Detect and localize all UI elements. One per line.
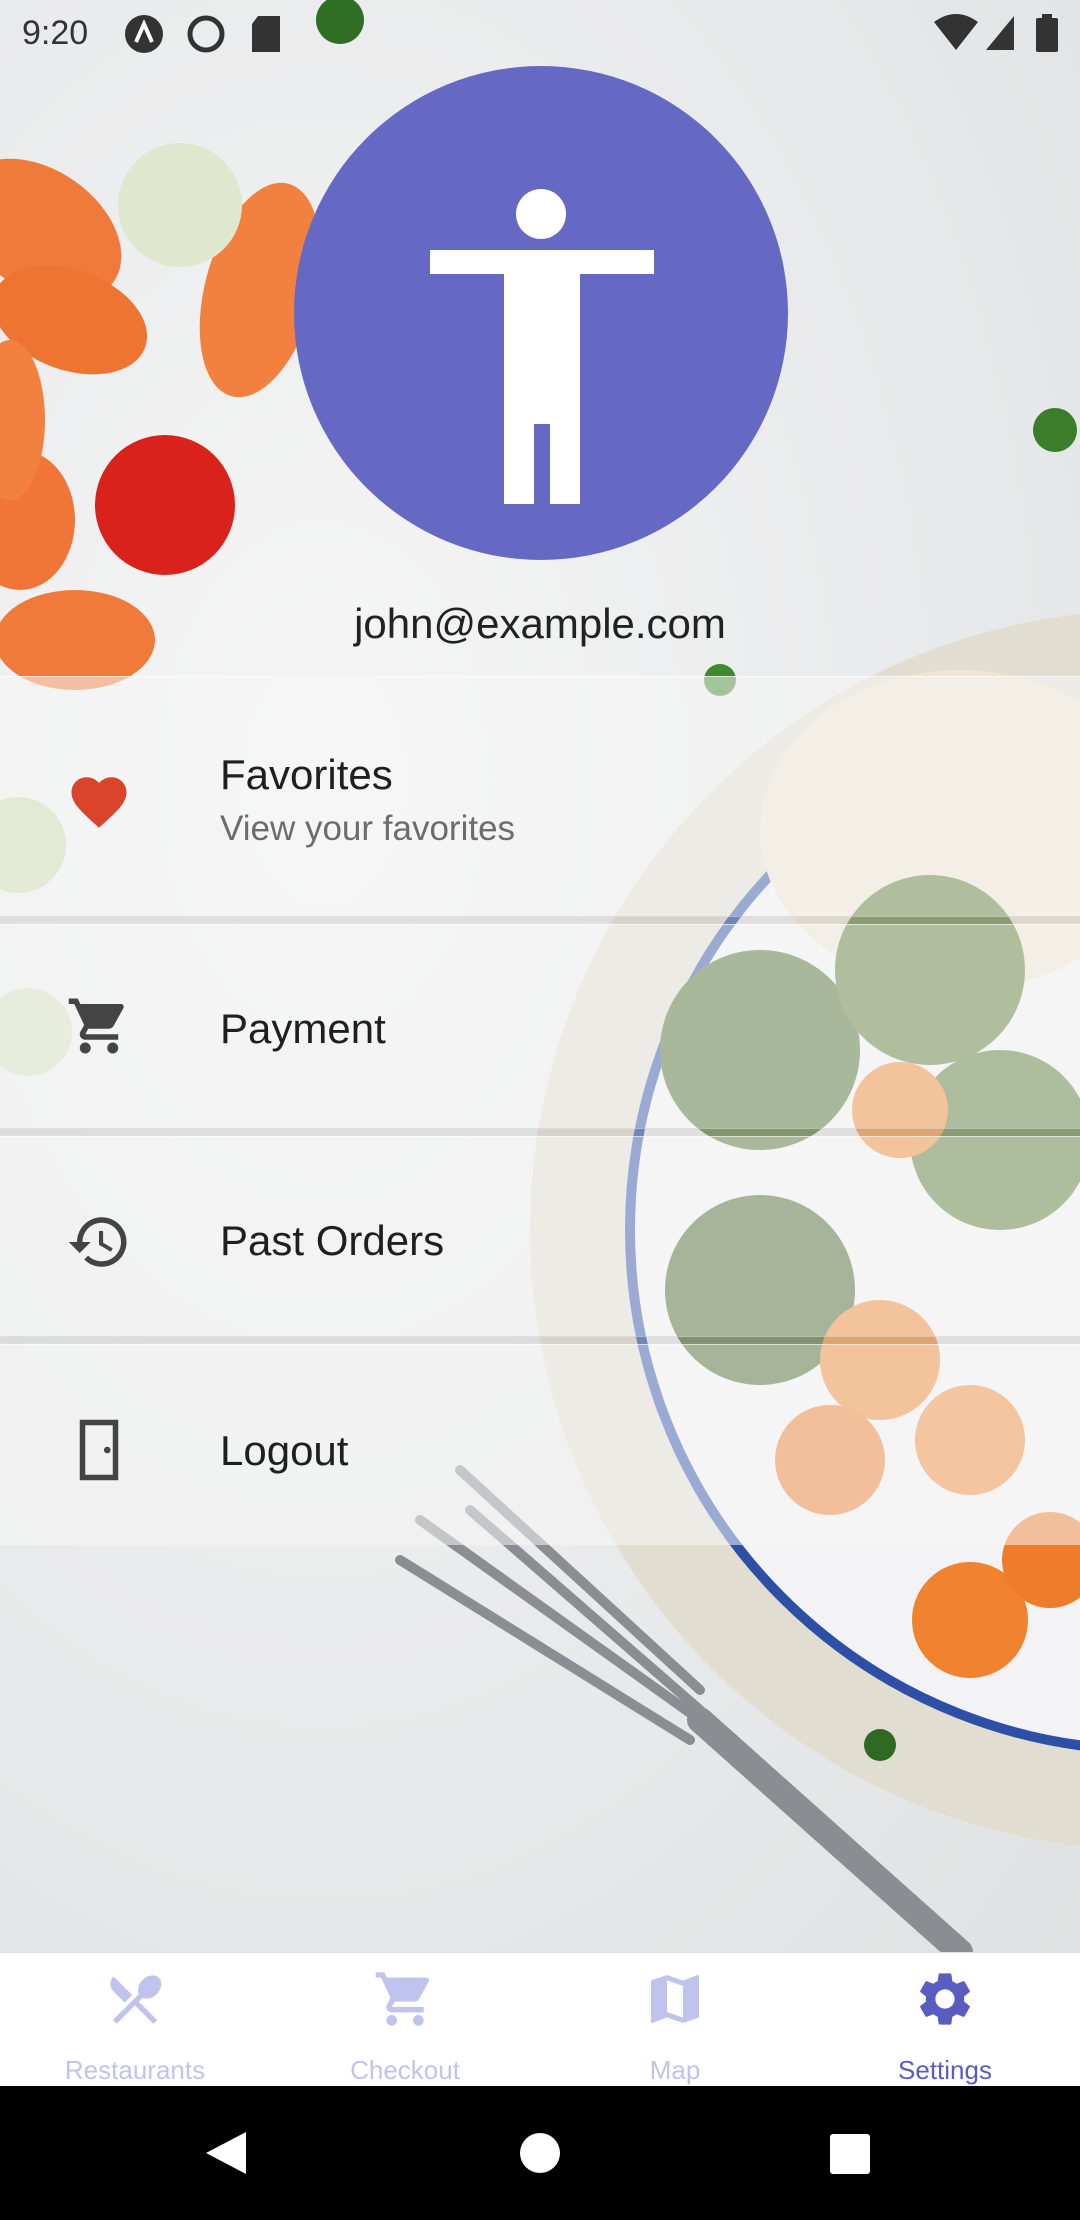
a-icon	[124, 14, 164, 59]
menu-item-past-orders[interactable]: Past Orders	[0, 1136, 1080, 1337]
nav-settings[interactable]: Settings	[810, 1953, 1080, 2087]
history-icon	[66, 1209, 132, 1275]
menu-item-title: Past Orders	[220, 1217, 445, 1264]
menu-item-title: Logout	[220, 1427, 349, 1474]
menu-divider	[0, 916, 1080, 924]
menu-item-title: Payment	[220, 1005, 386, 1052]
menu-item-title: Favorites	[220, 751, 393, 798]
menu-divider	[0, 1128, 1080, 1136]
menu-item-subtitle: View your favorites	[220, 809, 516, 848]
sd-card-icon	[250, 14, 282, 59]
status-time: 9:20	[22, 14, 89, 52]
nav-label: Checkout	[350, 2055, 460, 2085]
wifi-icon	[934, 14, 978, 57]
battery-icon	[1036, 14, 1058, 57]
back-icon[interactable]	[204, 2130, 248, 2181]
profile-avatar[interactable]	[294, 66, 788, 560]
status-bar: 9:20	[0, 0, 1080, 66]
vpn-icon	[186, 14, 226, 59]
menu-divider	[0, 1336, 1080, 1344]
nav-map[interactable]: Map	[540, 1953, 810, 2087]
door-icon	[66, 1417, 132, 1483]
menu-item-payment[interactable]: Payment	[0, 924, 1080, 1129]
restaurant-icon	[103, 1967, 167, 2031]
home-icon[interactable]	[519, 2132, 561, 2179]
accessibility-person-icon	[430, 189, 654, 504]
bottom-navigation: Restaurants Checkout Map Settings	[0, 1952, 1080, 2087]
user-email: john@example.com	[354, 600, 726, 647]
nav-label: Settings	[898, 2055, 992, 2085]
cart-icon	[373, 1967, 437, 2031]
system-navigation-bar	[0, 2086, 1080, 2220]
cart-icon	[66, 993, 132, 1059]
menu-item-favorites[interactable]: Favorites View your favorites	[0, 676, 1080, 917]
nav-restaurants[interactable]: Restaurants	[0, 1953, 270, 2087]
map-icon	[643, 1967, 707, 2031]
nav-label: Map	[649, 2055, 701, 2085]
heart-icon	[66, 769, 132, 835]
gear-icon	[913, 1967, 977, 2031]
menu-item-logout[interactable]: Logout	[0, 1344, 1080, 1545]
nav-label: Restaurants	[64, 2055, 206, 2085]
recents-icon[interactable]	[830, 2134, 870, 2179]
signal-icon	[984, 14, 1016, 57]
nav-checkout[interactable]: Checkout	[270, 1953, 540, 2087]
